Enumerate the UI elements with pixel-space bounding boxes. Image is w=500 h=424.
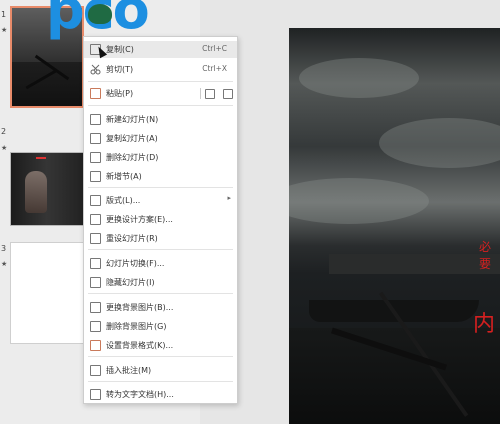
menu-item-cut[interactable]: 剪切(T) Ctrl+X [84, 61, 237, 78]
menu-separator [88, 381, 233, 382]
slide-thumbnail-2[interactable] [10, 152, 84, 226]
background-format-icon [90, 340, 101, 351]
slide-number: 1 [1, 10, 7, 19]
menu-item-label: 剪切(T) [106, 65, 134, 74]
menu-item-label: 插入批注(M) [106, 366, 152, 375]
thumbnail-sky [12, 8, 82, 67]
slide-animation-star-icon: ★ [1, 260, 8, 268]
menu-item-hide-slide[interactable]: 隐藏幻灯片(I) [84, 274, 237, 291]
comment-icon [90, 365, 101, 376]
menu-separator [200, 88, 201, 99]
thumbnail-figure [25, 171, 47, 213]
paste-icon [90, 88, 101, 99]
menu-item-label: 重设幻灯片(R) [106, 234, 158, 243]
slide-animation-star-icon: ★ [1, 144, 8, 152]
menu-item-shortcut: Ctrl+X [202, 64, 227, 73]
menu-item-label: 复制(C) [106, 45, 134, 54]
menu-item-shortcut: Ctrl+C [202, 44, 227, 53]
new-section-icon [90, 171, 101, 182]
menu-item-label: 设置背景格式(K)... [106, 341, 174, 350]
slide-animation-star-icon: ★ [1, 26, 8, 34]
slide-thumbnail-1[interactable] [10, 6, 84, 108]
menu-item-change-design[interactable]: 更换设计方案(E)... [84, 211, 237, 228]
slide-number: 3 [1, 244, 7, 253]
menu-item-label: 新建幻灯片(N) [106, 115, 159, 124]
slide-cloud [299, 58, 419, 98]
menu-separator [88, 293, 233, 294]
slide-thumbnail-3[interactable] [10, 242, 84, 344]
menu-item-delete-background[interactable]: 删除背景图片(G) [84, 318, 237, 335]
slide-number: 2 [1, 127, 7, 136]
convert-doc-icon [90, 389, 101, 400]
menu-separator [88, 81, 233, 82]
new-slide-icon [90, 114, 101, 125]
menu-item-label: 幻灯片切换(F)... [106, 259, 165, 268]
menu-item-label: 删除背景图片(G) [106, 322, 167, 331]
paste-keep-format-icon[interactable] [205, 89, 215, 99]
menu-item-label: 删除幻灯片(D) [106, 153, 159, 162]
menu-item-change-background[interactable]: 更换背景图片(B)... [84, 299, 237, 316]
menu-separator [88, 356, 233, 357]
menu-item-background-format[interactable]: 设置背景格式(K)... [84, 337, 237, 354]
menu-item-paste[interactable]: 粘贴(P) [84, 85, 237, 102]
menu-separator [88, 187, 233, 188]
slide-canvas[interactable]: 必要 内 [289, 28, 500, 424]
menu-item-label: 复制幻灯片(A) [106, 134, 158, 143]
delete-background-icon [90, 321, 101, 332]
reset-slide-icon [90, 233, 101, 244]
slide-cloud [379, 118, 500, 168]
menu-item-label: 转为文字文档(H)... [106, 390, 174, 399]
slide-city-silhouette [329, 254, 500, 274]
menu-item-duplicate-slide[interactable]: 复制幻灯片(A) [84, 130, 237, 147]
menu-item-label: 版式(L)... [106, 196, 141, 205]
menu-item-label: 隐藏幻灯片(I) [106, 278, 155, 287]
change-background-icon [90, 302, 101, 313]
scissors-icon [90, 64, 101, 75]
menu-item-slide-transition[interactable]: 幻灯片切换(F)... [84, 255, 237, 272]
slide-sea [289, 328, 500, 424]
menu-item-new-section[interactable]: 新增节(A) [84, 168, 237, 185]
layout-icon [90, 195, 101, 206]
slide-body-text[interactable]: 内 [473, 306, 495, 338]
context-menu: 复制(C) Ctrl+C 剪切(T) Ctrl+X 粘贴(P) 新建幻灯片(N)… [83, 36, 238, 404]
menu-separator [88, 249, 233, 250]
thumbnail-ground [12, 61, 82, 106]
menu-item-copy[interactable]: 复制(C) Ctrl+C [84, 41, 237, 58]
thumbnail-red-mark [36, 157, 46, 159]
menu-item-layout[interactable]: 版式(L)... ▸ [84, 192, 237, 209]
submenu-arrow-icon: ▸ [227, 194, 231, 202]
menu-item-reset-slide[interactable]: 重设幻灯片(R) [84, 230, 237, 247]
menu-item-label: 粘贴(P) [106, 89, 134, 98]
menu-separator [88, 105, 233, 106]
slide-cloud [289, 178, 429, 224]
menu-item-convert-to-document[interactable]: 转为文字文档(H)... [84, 386, 237, 403]
menu-item-insert-comment[interactable]: 插入批注(M) [84, 362, 237, 379]
hide-slide-icon [90, 277, 101, 288]
delete-slide-icon [90, 152, 101, 163]
paste-text-only-icon[interactable] [223, 89, 233, 99]
transition-icon [90, 258, 101, 269]
menu-item-label: 新增节(A) [106, 172, 142, 181]
design-icon [90, 214, 101, 225]
duplicate-slide-icon [90, 133, 101, 144]
menu-item-label: 更换设计方案(E)... [106, 215, 173, 224]
menu-item-label: 更换背景图片(B)... [106, 303, 174, 312]
slide-title-text[interactable]: 必要 [479, 238, 500, 272]
menu-item-delete-slide[interactable]: 删除幻灯片(D) [84, 149, 237, 166]
menu-item-new-slide[interactable]: 新建幻灯片(N) [84, 111, 237, 128]
